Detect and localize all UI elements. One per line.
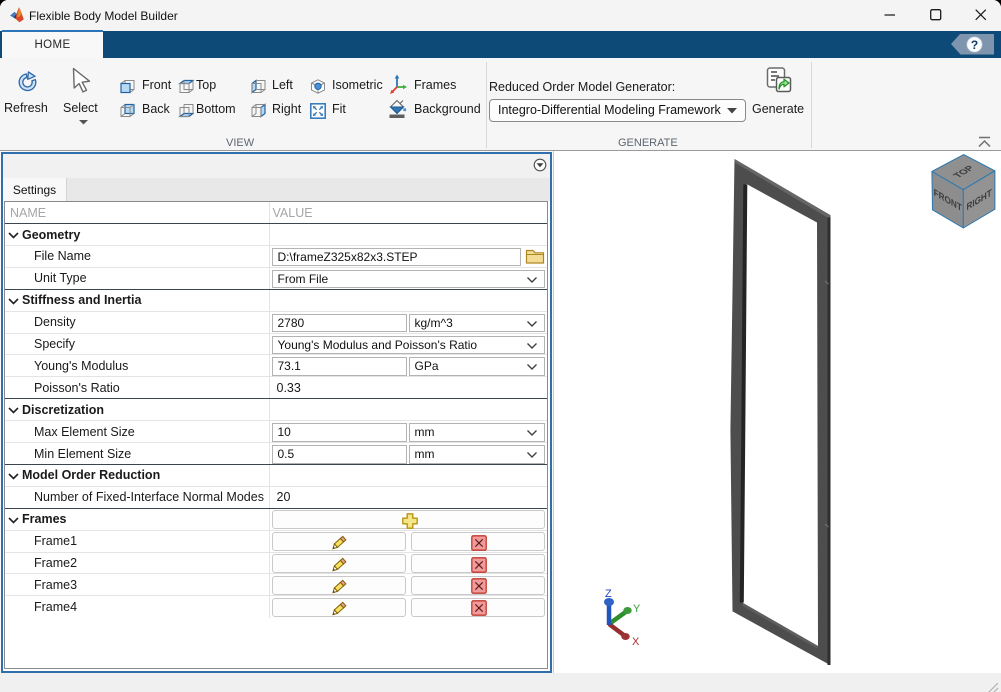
- svg-text:X: X: [632, 636, 640, 648]
- svg-text:Y: Y: [633, 603, 641, 615]
- svg-text:Z: Z: [605, 588, 612, 600]
- svg-text:?: ?: [971, 38, 978, 52]
